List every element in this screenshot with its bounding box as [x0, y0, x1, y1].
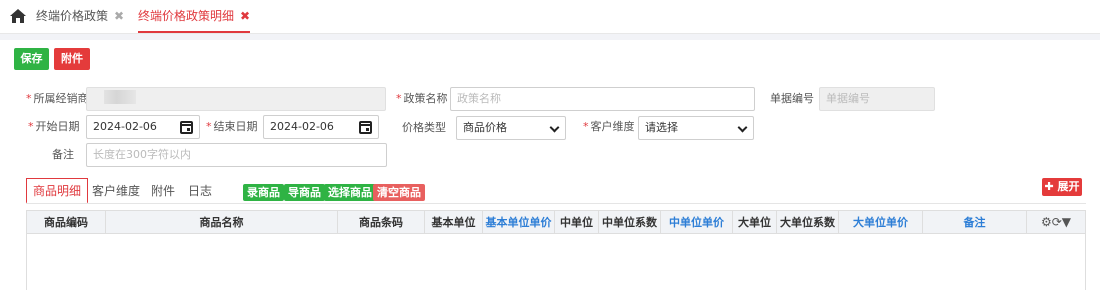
close-icon[interactable]: ✖: [114, 0, 124, 33]
clear-products-button[interactable]: 清空商品: [373, 184, 425, 201]
remark-input[interactable]: 长度在300字符以内: [86, 143, 387, 167]
col-mid-unit-price[interactable]: 中单位单价: [661, 211, 733, 234]
product-grid: 商品编码 商品名称 商品条码 基本单位 基本单位单价 中单位 中单位系数 中单位…: [26, 210, 1086, 290]
policy-name-label: * 政策名称: [396, 92, 448, 105]
enter-products-button[interactable]: 录商品: [243, 184, 284, 201]
price-type-value: 商品价格: [463, 121, 507, 134]
calendar-icon[interactable]: [359, 121, 372, 134]
col-large-unit[interactable]: 大单位: [733, 211, 777, 234]
tab-label: 终端价格政策明细: [138, 9, 235, 23]
tab-price-policy[interactable]: 终端价格政策 ✖: [36, 0, 124, 33]
attachment-button[interactable]: 附件: [54, 48, 90, 70]
plus-icon: ✚: [1044, 180, 1054, 193]
customer-dim-select[interactable]: 请选择: [638, 116, 754, 140]
col-mid-unit[interactable]: 中单位: [555, 211, 599, 234]
end-date-value: 2024-02-06: [270, 120, 334, 133]
select-products-button[interactable]: 选择商品: [324, 184, 376, 201]
tab-bar: 终端价格政策 ✖ 终端价格政策明细 ✖: [0, 0, 1100, 34]
expand-button[interactable]: ✚ 展开: [1042, 178, 1082, 196]
tab-label: 终端价格政策: [36, 9, 109, 23]
end-date-label: * 结束日期: [206, 120, 258, 133]
close-icon[interactable]: ✖: [240, 0, 250, 33]
doc-no-label: 单据编号: [770, 92, 814, 105]
start-date-value: 2024-02-06: [93, 120, 157, 133]
tab-attachment[interactable]: 附件: [151, 178, 175, 204]
price-type-label: 价格类型: [402, 121, 446, 134]
col-product-code[interactable]: 商品编码: [27, 211, 106, 234]
col-mid-unit-factor[interactable]: 中单位系数: [599, 211, 661, 234]
home-icon[interactable]: [10, 9, 26, 23]
save-button[interactable]: 保存: [14, 48, 49, 70]
customer-dim-label: * 客户维度: [583, 120, 635, 133]
tab-log[interactable]: 日志: [188, 178, 212, 204]
start-date-label: * 开始日期: [28, 120, 80, 133]
tab-customer-dim[interactable]: 客户维度: [92, 178, 140, 204]
col-base-unit[interactable]: 基本单位: [425, 211, 483, 234]
doc-no-input[interactable]: 单据编号: [819, 87, 935, 111]
chevron-down-icon: [549, 122, 560, 133]
tab-product-detail[interactable]: 商品明细: [26, 178, 89, 204]
calendar-icon[interactable]: [180, 121, 193, 134]
chevron-down-icon: [737, 122, 748, 133]
grid-header: 商品编码 商品名称 商品条码 基本单位 基本单位单价 中单位 中单位系数 中单位…: [27, 211, 1085, 234]
subtab-divider: [26, 203, 1086, 204]
start-date-input[interactable]: 2024-02-06: [86, 115, 200, 139]
col-remark[interactable]: 备注: [923, 211, 1027, 234]
col-base-unit-price[interactable]: 基本单位单价: [483, 211, 555, 234]
col-product-name[interactable]: 商品名称: [106, 211, 338, 234]
grid-tools[interactable]: ⚙⟳▼: [1027, 211, 1085, 234]
settings-refresh-filter-icon[interactable]: ⚙⟳▼: [1041, 215, 1071, 229]
col-barcode[interactable]: 商品条码: [338, 211, 425, 234]
col-large-unit-price[interactable]: 大单位单价: [839, 211, 923, 234]
end-date-input[interactable]: 2024-02-06: [263, 115, 379, 139]
dealer-label: * 所属经销商: [26, 92, 89, 105]
remark-label: 备注: [52, 148, 74, 161]
dealer-value-redacted: [104, 90, 136, 104]
divider-strip: [0, 34, 1100, 40]
tab-price-policy-detail[interactable]: 终端价格政策明细 ✖: [138, 0, 251, 33]
policy-name-input[interactable]: 政策名称: [450, 87, 755, 111]
col-large-unit-factor[interactable]: 大单位系数: [777, 211, 839, 234]
import-products-button[interactable]: 导商品: [284, 184, 325, 201]
expand-label: 展开: [1057, 180, 1080, 193]
customer-dim-value: 请选择: [645, 121, 678, 134]
price-type-select[interactable]: 商品价格: [456, 116, 566, 140]
